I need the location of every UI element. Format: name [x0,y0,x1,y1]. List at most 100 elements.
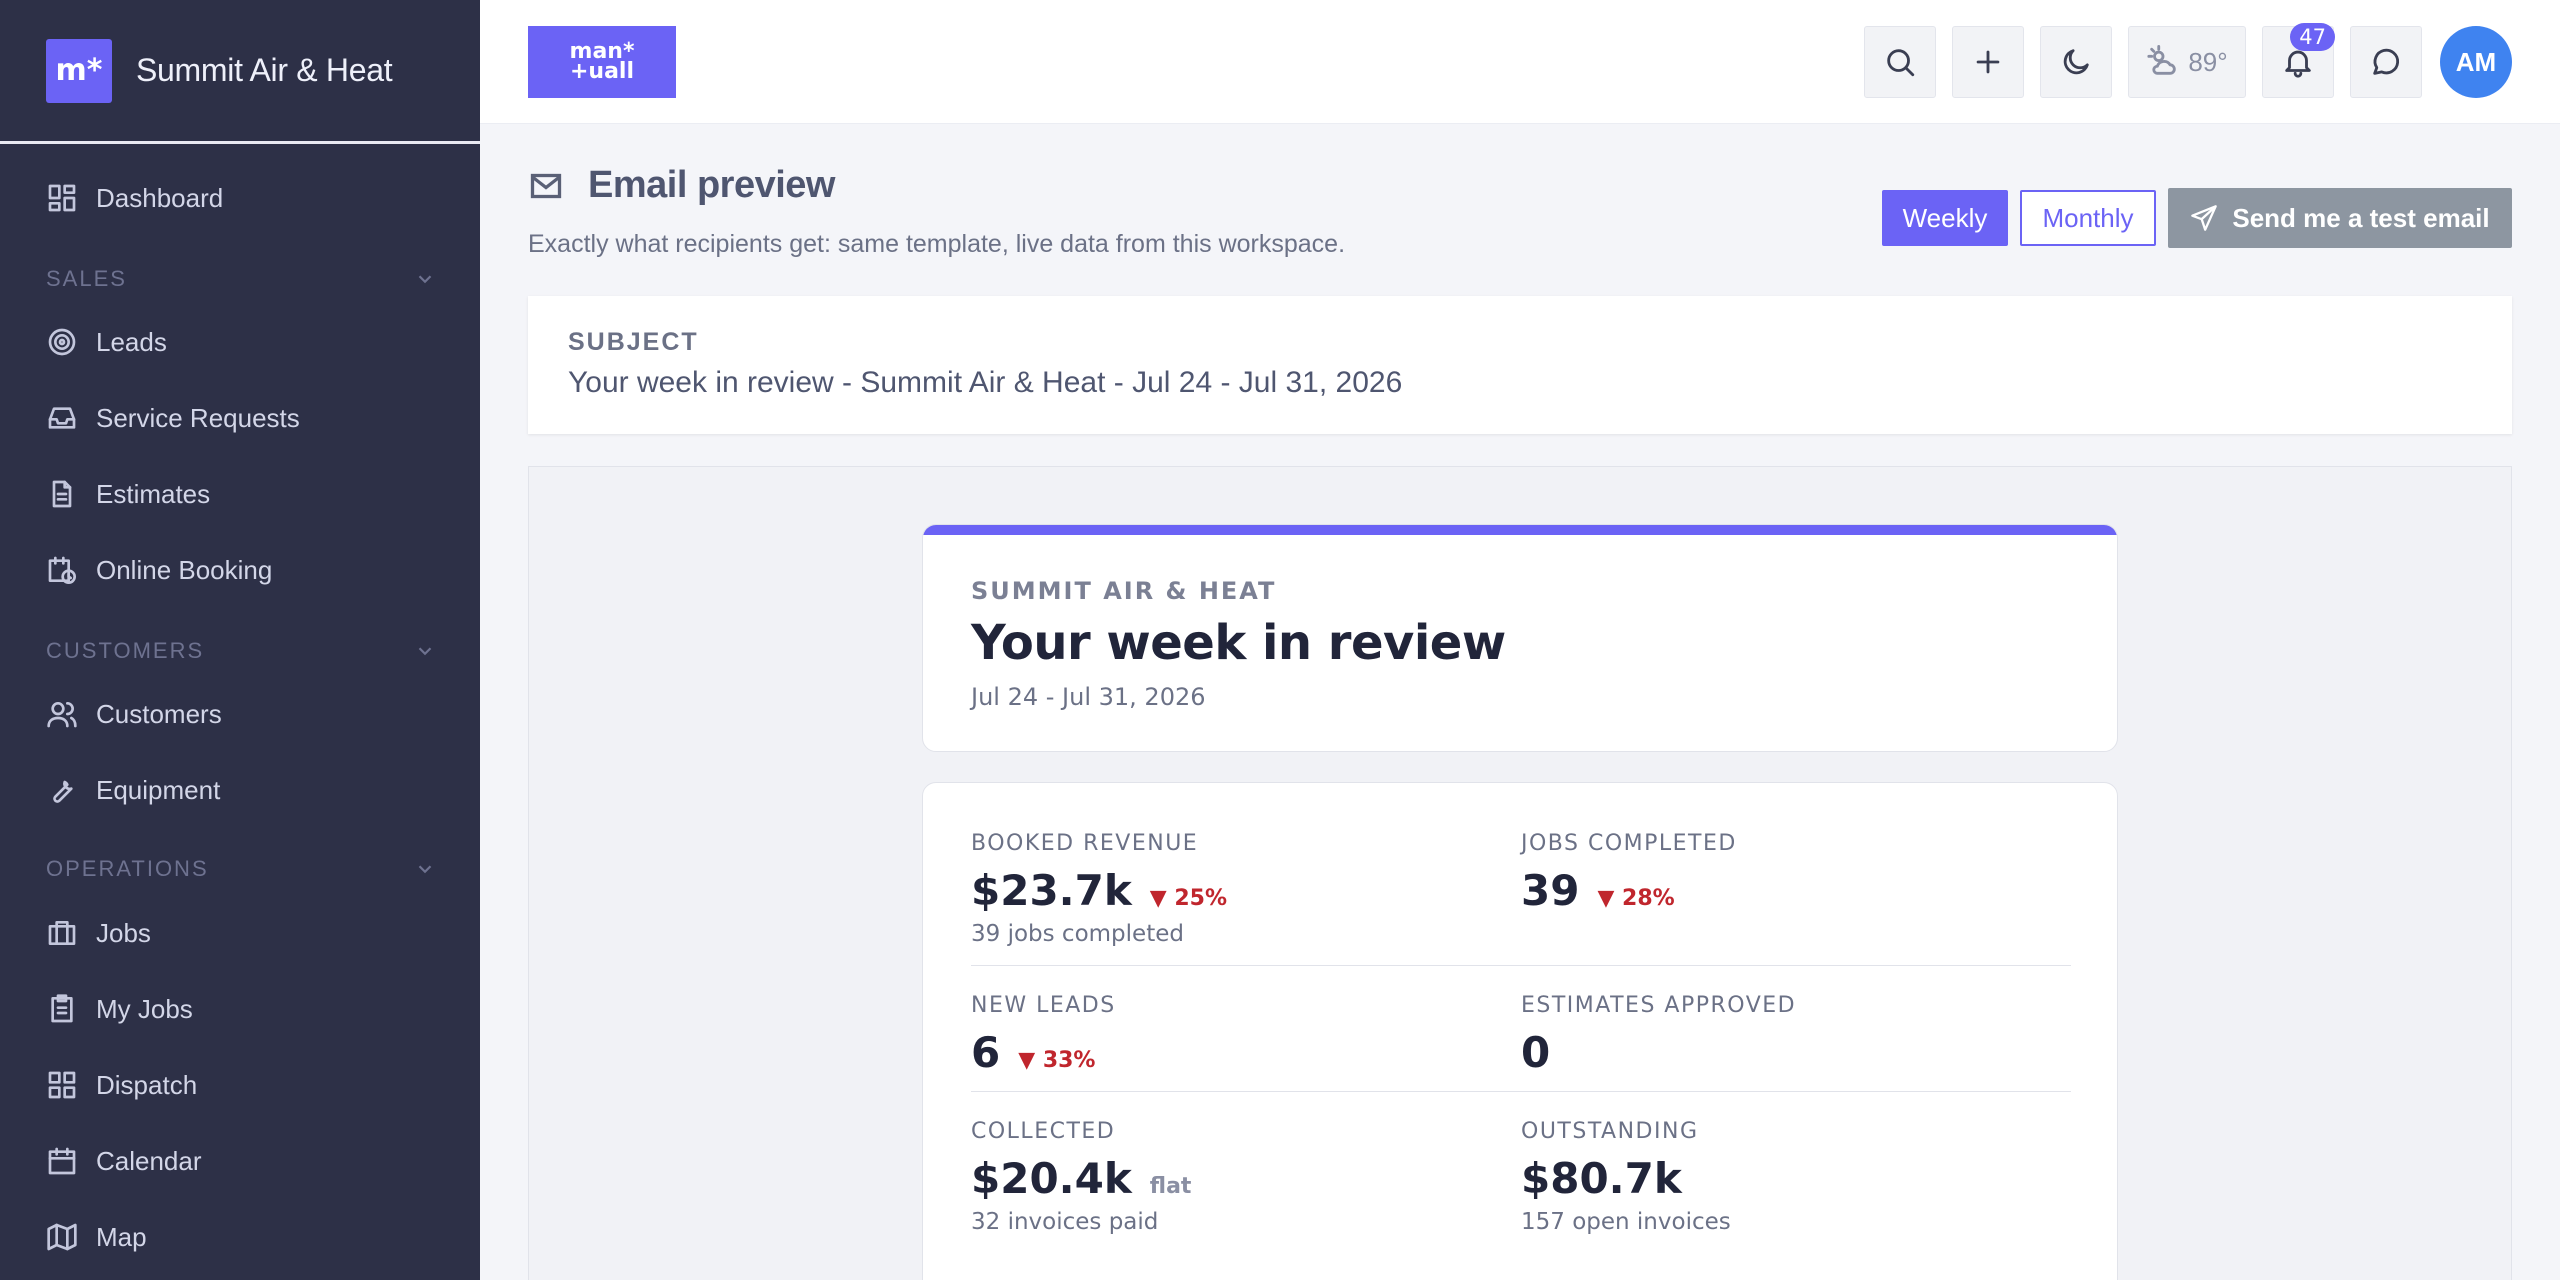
page-title: Email preview [528,164,835,207]
mail-icon [530,173,562,198]
sidebar-item-service-requests[interactable]: Service Requests [46,398,300,438]
sidebar-item-label: Map [96,1221,147,1252]
stat-value: 6 [971,1028,1001,1077]
sidebar-item-label: Dashboard [96,182,224,213]
logo-line-2: +uall [569,59,635,84]
chat-bubble-icon [2373,48,2400,75]
email-brand: SUMMIT AIR & HEAT [971,577,1277,605]
sidebar-item-customers[interactable]: Customers [46,694,222,734]
sidebar-item-jobs[interactable]: Jobs [46,913,151,953]
nav-section-customers[interactable]: CUSTOMERS [46,638,436,664]
notifications-button[interactable]: 47 [2262,23,2335,98]
target-icon [48,328,76,356]
workspace-logo-button[interactable]: man* +uall [528,26,676,98]
sidebar: m* Summit Air & Heat Dashboard SALES Lea… [0,0,480,1280]
sidebar-item-dashboard[interactable]: Dashboard [46,178,223,218]
messages-button[interactable] [2350,26,2422,98]
section-label: SALES [46,266,127,291]
sidebar-item-label: Estimates [96,478,211,509]
stat-label: ESTIMATES APPROVED [1521,993,1797,1018]
brand-logo: m* [46,38,112,103]
nav-section-sales[interactable]: SALES [46,266,436,292]
add-button[interactable] [1952,26,2024,98]
weather-temp: 89° [2188,46,2228,77]
sidebar-item-map[interactable]: Map [46,1217,147,1257]
brand-name: Summit Air & Heat [136,52,393,88]
stat-sub: 157 open invoices [1521,1209,1731,1235]
weekly-toggle[interactable]: Weekly [1882,190,2008,246]
document-icon [52,480,72,508]
subject-label: SUBJECT [568,328,699,356]
stat-estimates-approved: ESTIMATES APPROVED 0 [1521,993,1796,1077]
sidebar-item-online-booking[interactable]: Online Booking [46,550,272,590]
sidebar-item-calendar[interactable]: Calendar [46,1141,202,1181]
sidebar-item-label: My Jobs [96,993,193,1024]
search-icon [1887,49,1915,77]
send-icon [2191,205,2218,231]
stat-sub: 39 jobs completed [971,921,1184,947]
plus-icon [1976,50,2000,74]
weather-widget[interactable]: 89° [2128,26,2246,98]
send-button-label: Send me a test email [2232,202,2490,233]
stat-label: JOBS COMPLETED [1521,831,1737,856]
stat-label: BOOKED REVENUE [971,831,1199,856]
sidebar-item-my-jobs[interactable]: My Jobs [46,989,193,1029]
stat-sub: 32 invoices paid [971,1209,1159,1235]
stat-value: $23.7k [971,866,1132,915]
email-stats-card: BOOKED REVENUE $23.7k ▼ 25% 39 jobs comp… [922,782,2118,1280]
stat-delta: flat [1149,1174,1192,1199]
chevron-down-icon [418,275,432,284]
stat-value: $20.4k [971,1154,1132,1203]
workspace-logo: man* +uall [569,41,635,84]
section-label: CUSTOMERS [46,638,205,663]
dashboard-icon [48,184,76,212]
monthly-toggle[interactable]: Monthly [2020,190,2156,246]
search-button[interactable] [1864,26,1936,98]
stat-delta: ▼ 33% [1018,1048,1096,1073]
stat-jobs-completed: JOBS COMPLETED 39 ▼ 28% [1521,831,1737,915]
stat-outstanding: OUTSTANDING $80.7k 157 open invoices [1521,1119,1731,1235]
stat-label: NEW LEADS [971,993,1116,1018]
brand[interactable]: m* Summit Air & Heat [0,0,480,144]
sidebar-item-estimates[interactable]: Estimates [46,474,210,514]
notification-badge: 47 [2290,23,2335,51]
stat-divider [971,965,2071,966]
stat-label: OUTSTANDING [1521,1119,1699,1144]
stat-collected: COLLECTED $20.4k flat 32 invoices paid [971,1119,1191,1235]
briefcase-icon [48,921,76,945]
dark-mode-toggle[interactable] [2040,26,2112,98]
stat-value: $80.7k [1521,1154,1682,1203]
topbar: man* +uall 89° 47 AM [480,0,2560,124]
inbox-icon [48,407,76,429]
stat-label: COLLECTED [971,1119,1116,1144]
page-subtitle: Exactly what recipients get: same templa… [528,230,1346,258]
stat-divider [971,1091,2071,1092]
page-title-text: Email preview [588,164,835,206]
email-header-card: SUMMIT AIR & HEAT Your week in review Ju… [922,524,2118,752]
section-label: OPERATIONS [46,856,209,881]
email-date-range: Jul 24 - Jul 31, 2026 [971,683,1206,711]
sidebar-item-equipment[interactable]: Equipment [46,770,220,810]
nav-section-operations[interactable]: OPERATIONS [46,856,436,882]
grid-icon [48,1071,76,1099]
sidebar-item-label: Jobs [96,917,151,948]
sidebar-item-label: Leads [96,326,167,357]
email-title: Your week in review [971,615,1506,671]
sidebar-item-label: Dispatch [96,1069,198,1100]
calendar-clock-icon [48,556,76,584]
sidebar-item-dispatch[interactable]: Dispatch [46,1065,197,1105]
chevron-down-icon [418,647,432,656]
users-icon [47,702,77,728]
stat-value: 0 [1521,1028,1551,1077]
stat-value: 39 [1521,866,1580,915]
sidebar-item-label: Calendar [96,1145,202,1176]
avatar[interactable]: AM [2440,26,2512,98]
stat-booked-revenue: BOOKED REVENUE $23.7k ▼ 25% 39 jobs comp… [971,831,1227,947]
stat-delta: ▼ 28% [1597,886,1675,911]
sidebar-item-label: Service Requests [96,402,300,433]
send-test-email-button[interactable]: Send me a test email [2168,188,2512,248]
partly-cloudy-icon [2147,45,2177,75]
sidebar-item-label: Equipment [96,774,221,805]
map-icon [47,1223,77,1251]
sidebar-item-leads[interactable]: Leads [46,322,167,362]
